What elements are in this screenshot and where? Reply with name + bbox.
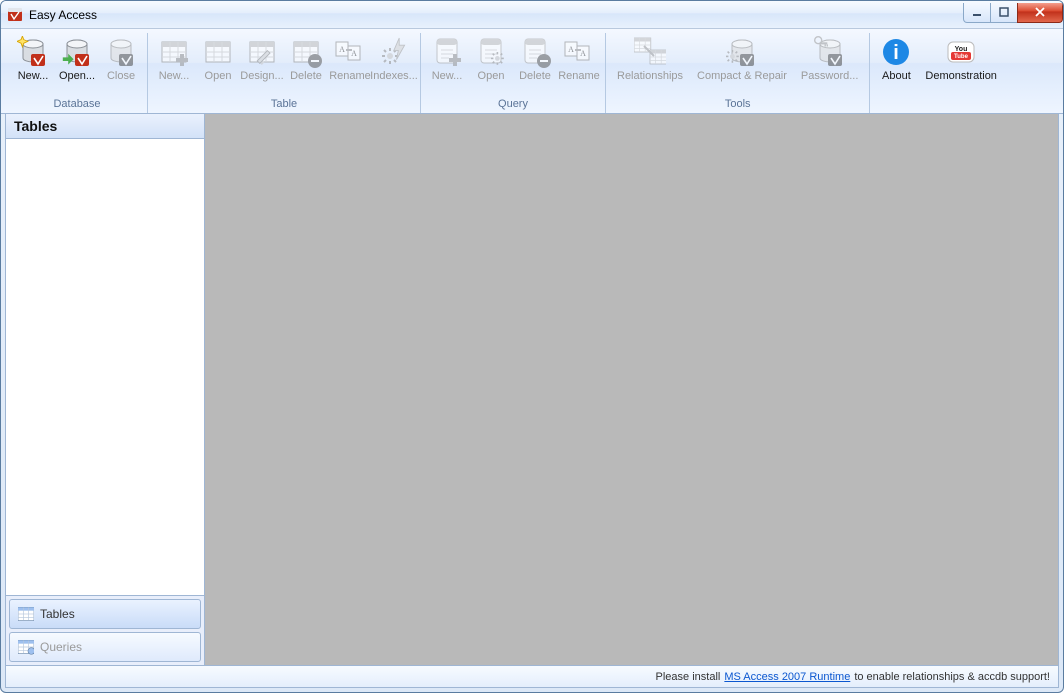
- rename-icon: [334, 36, 366, 68]
- ribbon-button-label: Demonstration: [925, 68, 997, 96]
- password-icon: [814, 36, 846, 68]
- statusbar-link[interactable]: MS Access 2007 Runtime: [724, 671, 850, 683]
- demonstration-button[interactable]: YouTubeDemonstration: [918, 33, 1004, 97]
- table-icon: [18, 606, 34, 622]
- about-button[interactable]: i About: [874, 33, 918, 97]
- ribbon-button-label: Indexes...: [370, 68, 418, 96]
- ribbon-button-label: New...: [159, 68, 190, 96]
- svg-text:i: i: [894, 42, 900, 64]
- svg-text:Tube: Tube: [954, 54, 969, 60]
- compact-icon: [726, 36, 758, 68]
- query-delete-button: Delete: [513, 33, 557, 97]
- ribbon-button-label: Password...: [801, 68, 858, 96]
- window-title: Easy Access: [29, 8, 97, 22]
- query-new-button: New...: [425, 33, 469, 97]
- ribbon-button-label: Open...: [59, 68, 95, 96]
- sidebar-tab-label: Queries: [40, 640, 82, 654]
- indexes-icon: [378, 36, 410, 68]
- svg-text:You: You: [955, 46, 968, 53]
- titlebar: Easy Access: [1, 1, 1063, 29]
- compact-repair-button: Compact & Repair: [690, 33, 794, 97]
- statusbar-prefix: Please install: [656, 671, 721, 683]
- query-icon: [18, 639, 34, 655]
- ribbon-group-label: Tools: [610, 97, 865, 113]
- maximize-button[interactable]: [990, 3, 1018, 23]
- close-icon: [1034, 6, 1046, 18]
- sidebar-header: Tables: [6, 114, 204, 139]
- content-area: [205, 114, 1058, 665]
- ribbon-button-label: Rename: [329, 68, 371, 96]
- db-close-button: Close: [99, 33, 143, 97]
- ribbon-button-label: Design...: [240, 68, 283, 96]
- tbl-design-icon: [246, 36, 278, 68]
- ribbon-button-label: New...: [18, 68, 49, 96]
- ribbon-button-label: Rename: [558, 68, 600, 96]
- main-body: Tables Tables Queries: [5, 114, 1059, 666]
- about-icon: i: [880, 36, 912, 68]
- db-new-button[interactable]: New...: [11, 33, 55, 97]
- db-close-icon: [105, 36, 137, 68]
- relationships-button: Relationships: [610, 33, 690, 97]
- statusbar: Please install MS Access 2007 Runtime to…: [5, 666, 1059, 688]
- ribbon-button-label: Close: [107, 68, 135, 96]
- ribbon-button-label: New...: [432, 68, 463, 96]
- ribbon-group: New... Open... CloseDatabase: [7, 33, 148, 113]
- app-window: Easy Access New...Open...CloseDatabaseNe…: [0, 0, 1064, 693]
- window-controls: [964, 3, 1063, 23]
- table-new-button: New...: [152, 33, 196, 97]
- minimize-button[interactable]: [963, 3, 991, 23]
- table-design-button: Design...: [240, 33, 284, 97]
- db-open-icon: [61, 36, 93, 68]
- ribbon-button-label: Compact & Repair: [697, 68, 787, 96]
- password-button: Password...: [794, 33, 865, 97]
- ribbon-group-label: Query: [425, 97, 601, 113]
- statusbar-suffix: to enable relationships & accdb support!: [854, 671, 1050, 683]
- ribbon-group-label: [874, 97, 1004, 101]
- sidebar: Tables Tables Queries: [6, 114, 205, 665]
- table-rename-button: Rename: [328, 33, 372, 97]
- table-delete-button: Delete: [284, 33, 328, 97]
- qry-delete-icon: [519, 36, 551, 68]
- ribbon-button-label: Delete: [519, 68, 551, 96]
- ribbon-group: New... Open Design...DeleteRenameIndexes..…: [148, 33, 421, 113]
- close-button[interactable]: [1017, 3, 1063, 23]
- ribbon-group-label: Database: [11, 97, 143, 113]
- tbl-delete-icon: [290, 36, 322, 68]
- ribbon-toolbar: New...Open...CloseDatabaseNew...OpenDesi…: [1, 29, 1063, 114]
- db-new-icon: [17, 36, 49, 68]
- sidebar-tab-queries: Queries: [9, 632, 201, 662]
- rename-icon: [563, 36, 595, 68]
- sidebar-list: [6, 139, 204, 595]
- app-icon: [7, 7, 23, 23]
- tbl-open-icon: [202, 36, 234, 68]
- minimize-icon: [972, 7, 983, 18]
- ribbon-group: iAboutYouTubeDemonstration: [870, 33, 1008, 113]
- relationships-icon: [634, 36, 666, 68]
- ribbon-group: Relationships Compact & Repair Password...…: [606, 33, 870, 113]
- db-open-button[interactable]: Open...: [55, 33, 99, 97]
- qry-new-icon: [431, 36, 463, 68]
- ribbon-button-label: About: [882, 68, 911, 96]
- ribbon-group: New... Open DeleteRenameQuery: [421, 33, 606, 113]
- ribbon-button-label: Relationships: [617, 68, 683, 96]
- query-open-button: Open: [469, 33, 513, 97]
- query-rename-button: Rename: [557, 33, 601, 97]
- tbl-new-icon: [158, 36, 190, 68]
- sidebar-tabs: Tables Queries: [6, 595, 204, 665]
- sidebar-tab-label: Tables: [40, 607, 75, 621]
- ribbon-group-label: Table: [152, 97, 416, 113]
- table-open-button: Open: [196, 33, 240, 97]
- sidebar-tab-tables[interactable]: Tables: [9, 599, 201, 629]
- ribbon-button-label: Delete: [290, 68, 322, 96]
- qry-open-icon: [475, 36, 507, 68]
- table-indexes-button: Indexes...: [372, 33, 416, 97]
- maximize-icon: [999, 7, 1010, 18]
- ribbon-button-label: Open: [205, 68, 232, 96]
- youtube-icon: YouTube: [945, 36, 977, 68]
- ribbon-button-label: Open: [478, 68, 505, 96]
